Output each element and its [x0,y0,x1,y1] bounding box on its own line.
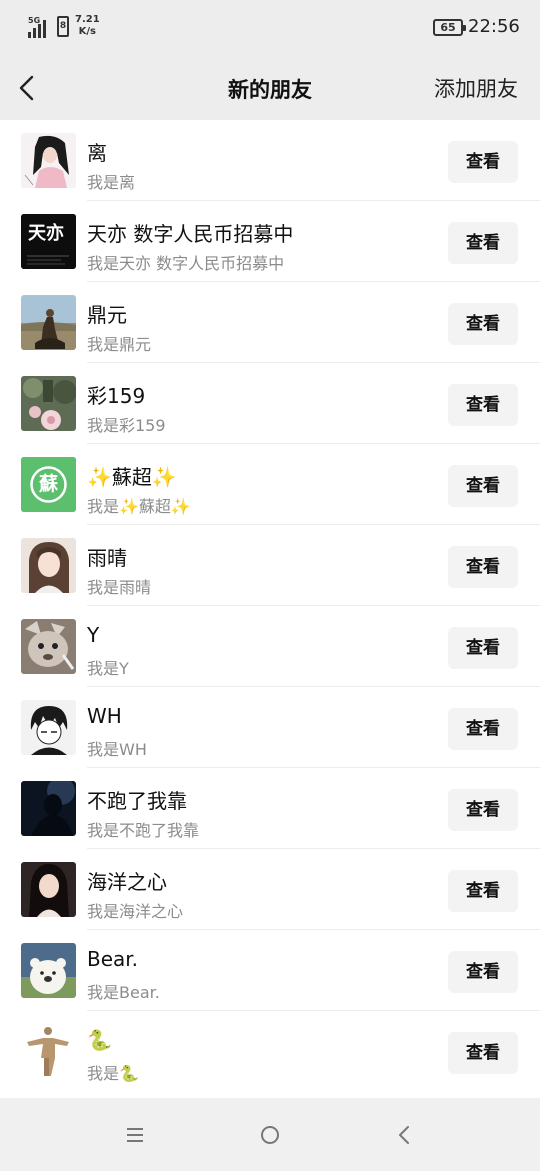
friend-request-message: 我是海洋之心 [87,902,184,921]
sim-icon: 8 [57,16,69,37]
list-item[interactable]: 不跑了我靠 我是不跑了我靠 查看 [0,768,540,849]
friend-request-message: 我是天亦 数字人民币招募中 [87,254,285,273]
list-item[interactable]: Y 我是Y 查看 [0,606,540,687]
avatar [21,538,76,593]
friend-name: 🐍 [87,1028,112,1052]
friend-request-message: 我是Y [87,659,129,678]
friend-name: 雨晴 [87,546,127,570]
signal-icon: 5G [28,16,50,38]
avatar: 天亦 [21,214,76,269]
chevron-left-icon [399,1126,409,1144]
list-item[interactable]: 鼎元 我是鼎元 查看 [0,282,540,363]
friend-name: 彩159 [87,384,146,408]
avatar [21,376,76,431]
friend-name: ✨蘇超✨ [87,465,177,489]
friend-name: 离 [87,141,107,165]
view-button[interactable]: 查看 [448,222,518,264]
navigation-bar: 新的朋友 添加朋友 [0,56,540,120]
friend-request-message: 我是不跑了我靠 [87,821,200,840]
friend-request-message: 我是✨蘇超✨ [87,497,191,516]
friend-request-message: 我是彩159 [87,416,166,435]
list-item[interactable]: WH 我是WH 查看 [0,687,540,768]
list-item[interactable]: 🐍 我是🐍 查看 [0,1011,540,1092]
friend-name: 鼎元 [87,303,127,327]
list-item[interactable]: 天亦 天亦 数字人民币招募中 我是天亦 数字人民币招募中 查看 [0,201,540,282]
avatar [21,1024,76,1079]
avatar [21,862,76,917]
view-button[interactable]: 查看 [448,1032,518,1074]
friend-request-message: 我是雨晴 [87,578,152,597]
menu-icon [127,1128,143,1142]
friend-request-message: 我是🐍 [87,1064,139,1083]
speed-unit: K/s [78,26,97,37]
view-button[interactable]: 查看 [448,627,518,669]
friend-name: 海洋之心 [87,870,167,894]
friend-request-message: 我是Bear. [87,983,160,1002]
friend-request-message: 我是离 [87,173,136,192]
view-button[interactable]: 查看 [448,708,518,750]
list-item[interactable]: Bear. 我是Bear. 查看 [0,930,540,1011]
back-button[interactable] [14,72,44,104]
view-button[interactable]: 查看 [448,384,518,426]
view-button[interactable]: 查看 [448,465,518,507]
list-item[interactable]: 蘇 ✨蘇超✨ 我是✨蘇超✨ 查看 [0,444,540,525]
view-button[interactable]: 查看 [448,789,518,831]
system-back-button[interactable] [390,1120,420,1150]
view-button[interactable]: 查看 [448,951,518,993]
avatar-text: 蘇 [38,473,58,495]
speed-value: 7.21 [75,14,100,25]
avatar-text: 天亦 [28,223,64,244]
status-bar: 5G 8 7.21 K/s 65 22:56 [0,0,540,56]
avatar [21,781,76,836]
avatar [21,133,76,188]
list-item[interactable]: 离 我是离 查看 [0,120,540,201]
list-item[interactable]: 海洋之心 我是海洋之心 查看 [0,849,540,930]
avatar [21,619,76,674]
friend-name: Y [87,623,100,647]
view-button[interactable]: 查看 [448,141,518,183]
system-navigation-bar [0,1098,540,1171]
avatar: 蘇 [21,457,76,512]
view-button[interactable]: 查看 [448,870,518,912]
list-item[interactable]: 彩159 我是彩159 查看 [0,363,540,444]
friend-request-message: 我是WH [87,740,147,759]
home-circle-icon [261,1126,279,1144]
add-friend-button[interactable]: 添加朋友 [434,73,518,103]
battery-icon: 65 [433,19,466,36]
avatar [21,700,76,755]
view-button[interactable]: 查看 [448,546,518,588]
chevron-left-icon [19,75,34,101]
avatar [21,295,76,350]
network-speed: 7.21 K/s [75,14,100,38]
home-button[interactable] [255,1120,285,1150]
menu-button[interactable] [120,1120,150,1150]
view-button[interactable]: 查看 [448,303,518,345]
friend-name: 天亦 数字人民币招募中 [87,222,294,246]
list-item[interactable]: 雨晴 我是雨晴 查看 [0,525,540,606]
clock: 22:56 [468,16,520,37]
new-friends-list: 离 我是离 查看 天亦 天亦 数字人民币招募中 我是天亦 数字人民币招募中 查看 [0,120,540,1098]
friend-name: WH [87,704,122,728]
friend-name: Bear. [87,947,139,971]
avatar [21,943,76,998]
friend-request-message: 我是鼎元 [87,335,152,354]
friend-name: 不跑了我靠 [87,789,187,813]
